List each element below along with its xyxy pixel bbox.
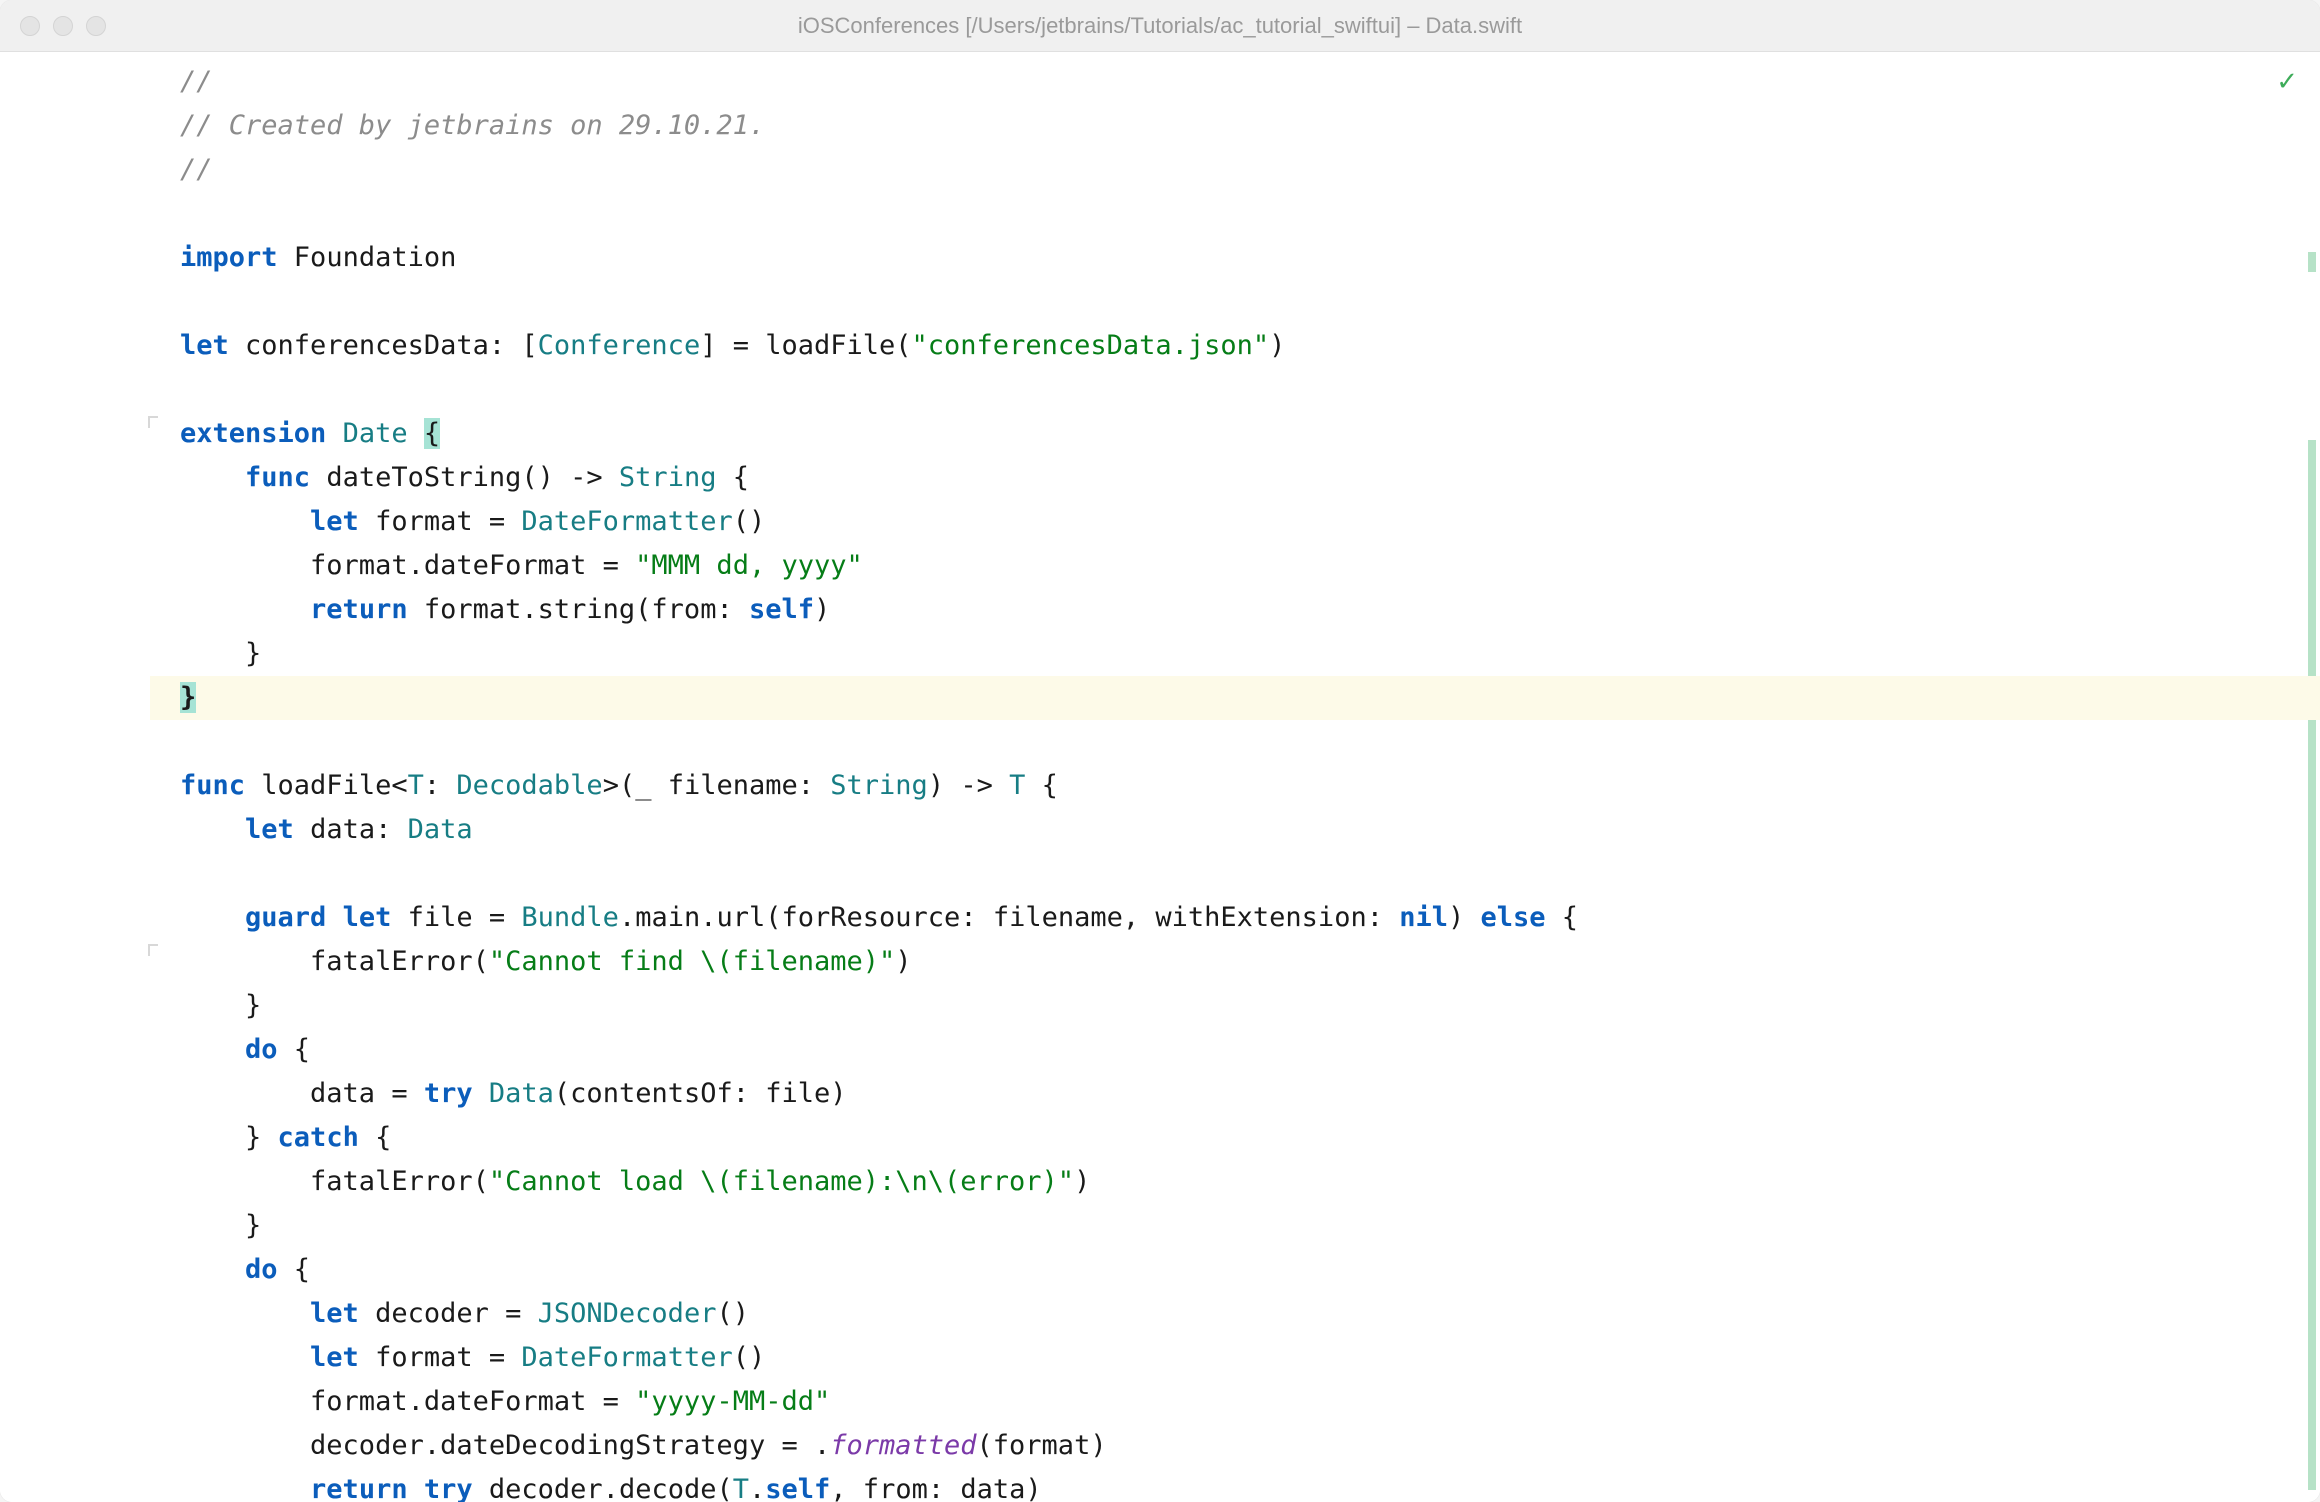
code-line[interactable]: decoder.dateDecodingStrategy = .formatte… xyxy=(150,1424,2320,1468)
code-line[interactable]: extension Date { xyxy=(150,412,2320,456)
code-line[interactable]: } xyxy=(150,1204,2320,1248)
code-line[interactable]: fatalError("Cannot load \(filename):\n\(… xyxy=(150,1160,2320,1204)
minimize-icon[interactable] xyxy=(53,16,73,36)
maximize-icon[interactable] xyxy=(86,16,106,36)
traffic-lights xyxy=(20,16,106,36)
code-line[interactable]: return format.string(from: self) xyxy=(150,588,2320,632)
code-line[interactable]: // xyxy=(150,148,2320,192)
titlebar[interactable]: iOSConferences [/Users/jetbrains/Tutoria… xyxy=(0,0,2320,52)
code-line[interactable] xyxy=(150,280,2320,324)
code-line[interactable]: do { xyxy=(150,1028,2320,1072)
code-line[interactable]: let format = DateFormatter() xyxy=(150,500,2320,544)
code-line[interactable]: func dateToString() -> String { xyxy=(150,456,2320,500)
code-line[interactable]: } xyxy=(150,676,2320,720)
code-line[interactable]: data = try Data(contentsOf: file) xyxy=(150,1072,2320,1116)
code-line[interactable]: return try decoder.decode(T.self, from: … xyxy=(150,1468,2320,1502)
code-line[interactable]: let conferencesData: [Conference] = load… xyxy=(150,324,2320,368)
code-line[interactable]: import Foundation xyxy=(150,236,2320,280)
code-line[interactable]: do { xyxy=(150,1248,2320,1292)
code-line[interactable]: // xyxy=(150,60,2320,104)
close-icon[interactable] xyxy=(20,16,40,36)
code-editor[interactable]: ✓ //// Created by jetbrains on 29.10.21.… xyxy=(0,52,2320,1502)
code-line[interactable]: guard let file = Bundle.main.url(forReso… xyxy=(150,896,2320,940)
code-line[interactable]: func loadFile<T: Decodable>(_ filename: … xyxy=(150,764,2320,808)
code-line[interactable]: // Created by jetbrains on 29.10.21. xyxy=(150,104,2320,148)
code-line[interactable]: } xyxy=(150,984,2320,1028)
code-line[interactable] xyxy=(150,192,2320,236)
code-line[interactable] xyxy=(150,852,2320,896)
code-content[interactable]: //// Created by jetbrains on 29.10.21.//… xyxy=(150,52,2320,1502)
code-line[interactable] xyxy=(150,720,2320,764)
code-line[interactable]: fatalError("Cannot find \(filename)") xyxy=(150,940,2320,984)
code-line[interactable]: let decoder = JSONDecoder() xyxy=(150,1292,2320,1336)
code-line[interactable]: format.dateFormat = "yyyy-MM-dd" xyxy=(150,1380,2320,1424)
window-title: iOSConferences [/Users/jetbrains/Tutoria… xyxy=(20,13,2300,39)
code-line[interactable]: format.dateFormat = "MMM dd, yyyy" xyxy=(150,544,2320,588)
editor-window: iOSConferences [/Users/jetbrains/Tutoria… xyxy=(0,0,2320,1502)
code-line[interactable]: let format = DateFormatter() xyxy=(150,1336,2320,1380)
gutter[interactable] xyxy=(0,52,150,1502)
code-line[interactable]: } catch { xyxy=(150,1116,2320,1160)
code-line[interactable]: let data: Data xyxy=(150,808,2320,852)
code-line[interactable] xyxy=(150,368,2320,412)
code-line[interactable]: } xyxy=(150,632,2320,676)
